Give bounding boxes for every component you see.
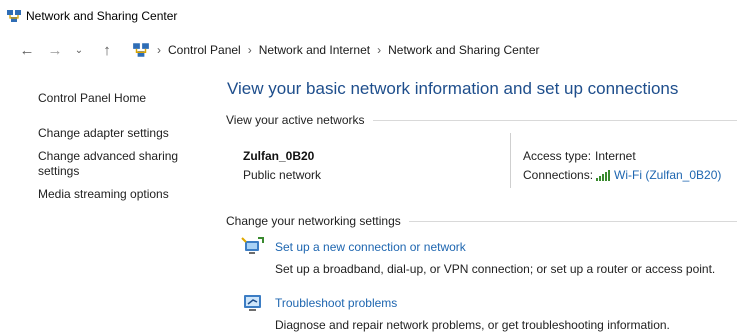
- chevron-down-icon[interactable]: ⌄: [68, 39, 90, 61]
- setup-new-connection-link[interactable]: Set up a new connection or network: [275, 240, 466, 254]
- chevron-right-icon: ›: [247, 43, 252, 57]
- breadcrumb-network-and-sharing-center[interactable]: Network and Sharing Center: [388, 43, 539, 57]
- troubleshoot-problems-link[interactable]: Troubleshoot problems: [275, 296, 397, 310]
- sidebar-item-control-panel-home[interactable]: Control Panel Home: [38, 91, 188, 106]
- new-connection-icon[interactable]: [241, 236, 265, 258]
- arrow-up-icon[interactable]: ↑: [96, 39, 118, 61]
- network-center-icon: [7, 10, 21, 22]
- change-settings-heading: Change your networking settings: [226, 214, 737, 228]
- chevron-right-icon: ›: [377, 43, 382, 57]
- network-category: Public network: [243, 168, 322, 182]
- sidebar-item-media-streaming-options[interactable]: Media streaming options: [38, 187, 188, 202]
- navigation-bar: ← → ⌄ ↑ › Control Panel › Network and In…: [0, 32, 737, 68]
- wifi-connection-link[interactable]: Wi-Fi (Zulfan_0B20): [595, 168, 721, 182]
- wifi-connection-label: Wi-Fi (Zulfan_0B20): [614, 168, 722, 182]
- change-settings-heading-label: Change your networking settings: [226, 214, 401, 228]
- setup-new-connection-description: Set up a broadband, dial-up, or VPN conn…: [275, 262, 716, 276]
- wifi-signal-icon: [596, 170, 610, 181]
- connections-label: Connections:: [523, 168, 594, 182]
- title-bar: Network and Sharing Center: [0, 0, 737, 32]
- connections-row: Connections: Wi-Fi (Zulfan_0B20): [523, 168, 721, 182]
- access-type-label: Access type:: [523, 149, 592, 163]
- window-title: Network and Sharing Center: [26, 9, 178, 23]
- arrow-right-icon[interactable]: →: [44, 39, 66, 61]
- divider: [372, 119, 737, 121]
- sidebar-item-change-advanced-sharing-settings[interactable]: Change advanced sharing settings: [38, 149, 188, 179]
- sidebar: Control Panel Home Change adapter settin…: [38, 91, 188, 210]
- breadcrumb-network-and-internet[interactable]: Network and Internet: [259, 43, 370, 57]
- network-name: Zulfan_0B20: [243, 149, 315, 163]
- control-panel-icon[interactable]: [132, 41, 150, 59]
- troubleshoot-problems-description: Diagnose and repair network problems, or…: [275, 318, 670, 332]
- arrow-left-icon[interactable]: ←: [16, 39, 38, 61]
- access-type-value: Internet: [595, 149, 636, 163]
- divider: [408, 220, 737, 222]
- troubleshoot-icon[interactable]: [241, 292, 265, 314]
- breadcrumb-control-panel[interactable]: Control Panel: [168, 43, 241, 57]
- active-networks-heading-label: View your active networks: [226, 113, 365, 127]
- chevron-right-icon: ›: [157, 43, 161, 57]
- vertical-divider: [510, 133, 511, 188]
- active-networks-heading: View your active networks: [226, 113, 737, 127]
- access-type-row: Access type: Internet: [523, 149, 636, 163]
- page-title: View your basic network information and …: [227, 79, 679, 98]
- sidebar-item-change-adapter-settings[interactable]: Change adapter settings: [38, 126, 188, 141]
